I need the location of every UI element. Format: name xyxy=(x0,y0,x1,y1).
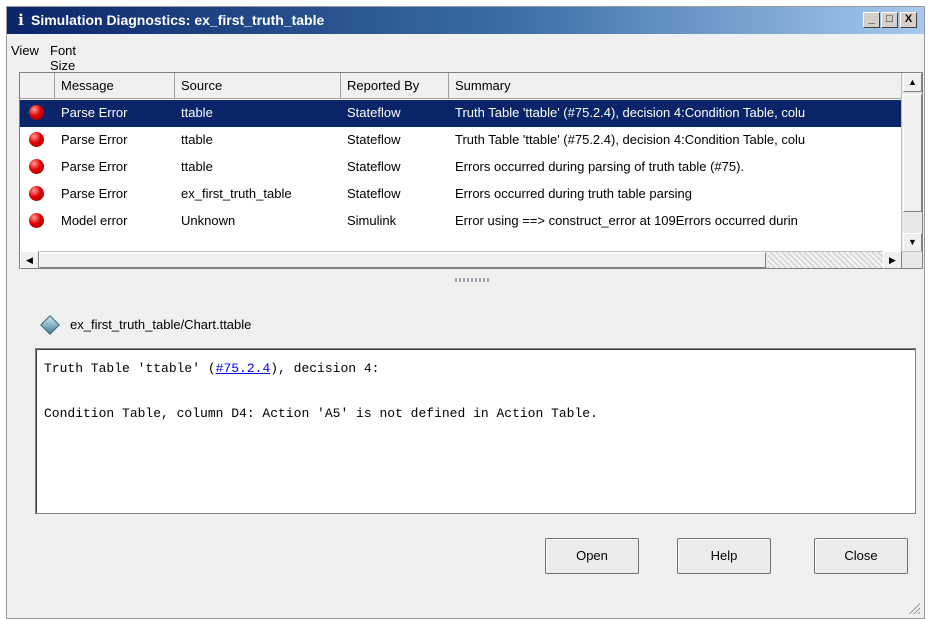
error-dot-icon xyxy=(29,186,44,201)
row-message: Parse Error xyxy=(61,105,128,120)
scroll-up-arrow-icon[interactable]: ▲ xyxy=(903,73,922,92)
error-dot-icon xyxy=(29,213,44,228)
horizontal-scroll-track[interactable] xyxy=(768,252,902,268)
horizontal-scrollbar[interactable]: ◀ ▶ xyxy=(20,251,922,269)
error-dot-icon xyxy=(29,132,44,147)
info-icon: i xyxy=(18,11,24,29)
row-source: ttable xyxy=(181,105,213,120)
menu-font-size[interactable]: Font Size xyxy=(50,43,76,73)
minimize-button[interactable]: _ xyxy=(863,12,880,28)
pane-splitter-handle[interactable] xyxy=(455,278,489,282)
diagnostics-table: Message Source Reported By Summary Parse… xyxy=(19,72,923,269)
help-button[interactable]: Help xyxy=(677,538,771,574)
table-row[interactable]: Parse Error ex_first_truth_table Statefl… xyxy=(20,181,902,208)
close-button[interactable]: Close xyxy=(814,538,908,574)
vertical-scroll-thumb[interactable] xyxy=(903,94,922,212)
row-summary: Error using ==> construct_error at 109Er… xyxy=(455,213,798,228)
table-row[interactable]: Parse Error ttable Stateflow Truth Table… xyxy=(20,127,902,154)
header-message[interactable]: Message xyxy=(55,73,175,99)
row-reported-by: Simulink xyxy=(347,213,397,228)
row-message: Parse Error xyxy=(61,132,128,147)
message-line-1-suffix: ), decision 4: xyxy=(270,361,380,376)
header-source[interactable]: Source xyxy=(175,73,341,99)
scroll-right-arrow-icon[interactable]: ▶ xyxy=(883,251,902,269)
row-summary: Truth Table 'ttable' (#75.2.4), decision… xyxy=(455,132,806,147)
message-line-1-prefix: Truth Table 'ttable' ( xyxy=(44,361,216,376)
window-title: Simulation Diagnostics: ex_first_truth_t… xyxy=(31,12,325,28)
table-header: Message Source Reported By Summary xyxy=(20,73,902,99)
row-message: Parse Error xyxy=(61,186,128,201)
row-summary: Errors occurred during parsing of truth … xyxy=(455,159,745,174)
row-message: Parse Error xyxy=(61,159,128,174)
error-dot-icon xyxy=(29,105,44,120)
maximize-button[interactable]: □ xyxy=(881,12,898,28)
horizontal-scroll-thumb[interactable] xyxy=(39,252,766,268)
row-source: ttable xyxy=(181,159,213,174)
table-row[interactable]: Model error Unknown Simulink Error using… xyxy=(20,208,902,235)
row-source: ttable xyxy=(181,132,213,147)
open-button[interactable]: Open xyxy=(545,538,639,574)
object-id-link[interactable]: #75.2.4 xyxy=(216,361,271,376)
message-details-box[interactable]: Truth Table 'ttable' (#75.2.4), decision… xyxy=(35,348,916,514)
header-status[interactable] xyxy=(20,73,55,99)
table-body: Parse Error ttable Stateflow Truth Table… xyxy=(20,100,902,253)
row-message: Model error xyxy=(61,213,128,228)
close-window-button[interactable]: X xyxy=(900,12,917,28)
row-source: Unknown xyxy=(181,213,236,228)
header-reported-by[interactable]: Reported By xyxy=(341,73,449,99)
row-reported-by: Stateflow xyxy=(347,132,401,147)
message-line-2: Condition Table, column D4: Action 'A5' … xyxy=(44,406,598,421)
diagnostics-window: i Simulation Diagnostics: ex_first_truth… xyxy=(6,6,925,619)
table-row[interactable]: Parse Error ttable Stateflow Truth Table… xyxy=(20,100,902,127)
menu-view[interactable]: View xyxy=(11,43,39,58)
row-reported-by: Stateflow xyxy=(347,159,401,174)
row-reported-by: Stateflow xyxy=(347,105,401,120)
table-row[interactable]: Parse Error ttable Stateflow Errors occu… xyxy=(20,154,902,181)
scroll-left-arrow-icon[interactable]: ◀ xyxy=(20,251,39,269)
error-dot-icon xyxy=(29,159,44,174)
row-reported-by: Stateflow xyxy=(347,186,401,201)
title-bar[interactable]: i Simulation Diagnostics: ex_first_truth… xyxy=(7,7,924,34)
row-summary: Truth Table 'ttable' (#75.2.4), decision… xyxy=(455,105,806,120)
stateflow-chart-icon xyxy=(40,315,60,335)
row-source: ex_first_truth_table xyxy=(181,186,292,201)
header-summary[interactable]: Summary xyxy=(449,73,902,99)
object-path-link[interactable]: ex_first_truth_table/Chart.ttable xyxy=(70,317,251,332)
resize-grip-icon[interactable] xyxy=(906,600,920,614)
scroll-down-arrow-icon[interactable]: ▼ xyxy=(903,233,922,252)
message-line-1: Truth Table 'ttable' (#75.2.4), decision… xyxy=(44,361,379,376)
row-summary: Errors occurred during truth table parsi… xyxy=(455,186,693,201)
vertical-scrollbar[interactable]: ▲ ▼ xyxy=(901,73,922,253)
